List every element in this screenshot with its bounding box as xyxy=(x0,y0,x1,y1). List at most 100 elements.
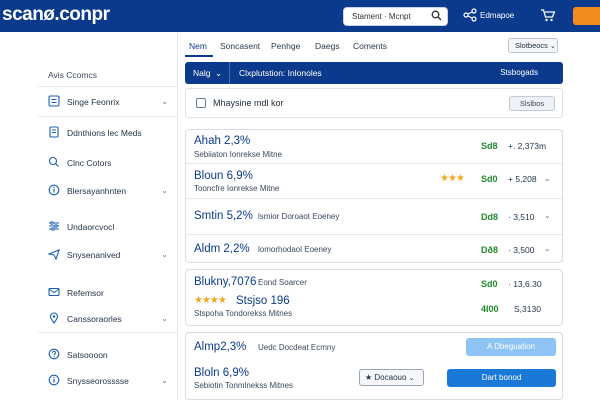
tab-2[interactable]: Soncasent xyxy=(220,41,260,51)
tab-5[interactable]: Coments xyxy=(353,41,387,51)
result-title: Aldm 2,2% xyxy=(194,243,250,255)
chevron-down-icon[interactable]: ⌄ xyxy=(161,186,168,195)
sidebar: Avis Ccomcs Singe Feonrix ⌄ Ddnthions le… xyxy=(38,32,178,400)
chevron-down-icon[interactable]: ⌄ xyxy=(161,97,168,106)
tab-3[interactable]: Penhge xyxy=(271,41,300,51)
results-group-2: Blukny,7076 Eond Soarcer Sd0 · 13,6.30 ★… xyxy=(185,269,563,326)
sidebar-item-8[interactable]: Canssoraorles ⌄ xyxy=(38,306,178,332)
sidebar-item-label: Singe Feonrix xyxy=(67,97,120,107)
result-value: · 3,500 xyxy=(508,245,535,255)
result-subtitle: Uedc Docdeat Ecmny xyxy=(258,343,336,352)
tab-1[interactable]: Nem xyxy=(189,41,207,51)
sidebar-divider xyxy=(38,332,178,333)
share-icon[interactable] xyxy=(463,8,477,24)
result-value: · 13,6.30 xyxy=(508,279,542,289)
option-select-label: ★ Docaouo xyxy=(365,373,407,382)
cart-icon[interactable] xyxy=(540,8,556,24)
result-price: Sd8 xyxy=(481,141,498,151)
result-subtitle: Sebiotin Tonmlnekss Mitnes xyxy=(194,381,294,390)
sidebar-item-label: Clnc Cotors xyxy=(67,158,112,168)
info-icon xyxy=(48,374,60,388)
result-price: Dd8 xyxy=(481,212,499,222)
result-title: Bloln 6,9% xyxy=(194,367,249,379)
result-price: Dð8 xyxy=(481,245,499,255)
sidebar-title: Avis Ccomcs xyxy=(48,70,97,80)
tab-4[interactable]: Daegs xyxy=(315,41,340,51)
result-subtitle: Stspoha Tondorekss Mitnes xyxy=(194,309,293,318)
book-icon xyxy=(48,126,60,140)
sidebar-item-label: Blersayanhnten xyxy=(67,186,127,196)
result-subtitle: Tooncfre Ionrekse Mitne xyxy=(194,184,280,193)
option-row: Mhaysine mdl kor Slslbos xyxy=(185,88,563,118)
sliders-icon xyxy=(48,220,60,234)
sidebar-item-label: Refemsor xyxy=(67,288,104,298)
chevron-down-icon[interactable]: ⌄ xyxy=(544,174,551,183)
results-group-1: Ahah 2,3% Sebiiaton Ionrekse Mitne Sd8 +… xyxy=(185,129,563,263)
option-select[interactable]: ★ Docaouo ⌄ xyxy=(359,369,424,386)
sidebar-item-label: Undaorcvocl xyxy=(67,222,115,232)
sidebar-item-label: Ddnthions lec Meds xyxy=(67,128,142,138)
sidebar-item-5[interactable]: Undaorcvocl xyxy=(38,214,178,240)
sidebar-item-4[interactable]: Blersayanhnten ⌄ xyxy=(38,178,178,204)
top-nav-link[interactable]: Edmapoe xyxy=(480,11,514,20)
result-row[interactable]: Ahah 2,3% Sebiiaton Ionrekse Mitne Sd8 +… xyxy=(186,130,562,162)
chevron-down-icon[interactable]: ⌄ xyxy=(544,211,551,220)
secondary-action-button[interactable]: A Dbeguation xyxy=(466,338,556,356)
result-title: Bloun 6,9% xyxy=(194,170,253,182)
chevron-down-icon[interactable]: ⌄ xyxy=(544,244,551,253)
result-row[interactable]: Aldm 2,2% lomorhodaol Eoeney Dð8 · 3,500… xyxy=(186,234,562,266)
option-label: Mhaysine mdl kor xyxy=(213,98,284,108)
result-title: Ahah 2,3% xyxy=(194,135,251,147)
chevron-down-icon[interactable]: ⌄ xyxy=(161,314,168,323)
result-subtitle: Sebiiaton Ionrekse Mitne xyxy=(194,150,283,159)
sidebar-divider xyxy=(38,116,178,117)
filter-bar-left[interactable]: Nalg xyxy=(193,68,210,78)
option-button[interactable]: Slslbos xyxy=(509,96,555,111)
result-value: S,3130 xyxy=(514,304,541,314)
sidebar-item-label: Snysenanived xyxy=(67,250,121,260)
app-logo[interactable]: scanø.conpr xyxy=(2,4,110,26)
sidebar-item-6[interactable]: Snysenanived ⌄ xyxy=(38,242,178,268)
top-search-input[interactable]: Stament · Mcnpt xyxy=(343,7,448,26)
top-action-button[interactable] xyxy=(573,7,600,25)
result-title: Smtin 5,2% xyxy=(194,210,253,222)
result-price: Sd0 xyxy=(481,174,498,184)
chevron-down-icon: ⌄ xyxy=(550,43,556,50)
result-price: 4l00 xyxy=(481,304,499,314)
result-subtitle: lomorhodaol Eoeney xyxy=(258,245,332,254)
filter-bar-divider xyxy=(229,62,230,84)
list-icon xyxy=(48,95,60,109)
chevron-down-icon[interactable]: ⌄ xyxy=(161,376,168,385)
result-value: +. 2,373m xyxy=(508,141,547,151)
top-bar: scanø.conpr Stament · Mcnpt Edmapoe xyxy=(0,0,600,32)
primary-action-button[interactable]: Dart bonod xyxy=(447,369,556,387)
filter-bar-right[interactable]: Stsbogads xyxy=(500,68,538,77)
result-value: + 5,208 xyxy=(508,174,537,184)
sidebar-item-10[interactable]: Snysseorosssse ⌄ xyxy=(38,368,178,394)
sidebar-item-label: Canssoraorles xyxy=(67,314,122,324)
result-subtitle: Eond Soarcer xyxy=(258,278,307,287)
sort-select-label: Slotbeocs xyxy=(515,41,548,50)
sort-select[interactable]: Slotbeocs ⌄ xyxy=(508,38,558,53)
top-search-label: Stament · Mcnpt xyxy=(352,12,411,21)
active-tab-indicator xyxy=(185,55,213,57)
sidebar-item-7[interactable]: Refemsor xyxy=(38,280,178,306)
chevron-down-icon[interactable]: ⌄ xyxy=(161,250,168,259)
search-icon[interactable] xyxy=(431,10,442,23)
chevron-down-icon[interactable]: ⌄ xyxy=(215,68,222,79)
result-title: Blukny,7076 xyxy=(194,276,257,288)
sidebar-item-1[interactable]: Singe Feonrix ⌄ xyxy=(38,89,178,115)
result-row[interactable]: Smtin 5,2% lsmior Doroaot Eoeney Dd8 · 3… xyxy=(186,202,562,234)
sidebar-item-label: Satsoooon xyxy=(67,350,108,360)
filter-bar: Nalg ⌄ Clxplutstion: Inlonoles Stsbogads xyxy=(185,62,563,84)
star-rating-icon: ★★★ xyxy=(440,173,465,184)
sidebar-item-9[interactable]: Satsoooon xyxy=(38,342,178,368)
result-row[interactable]: ★★★★ Stsjso 196 Stspoha Tondorekss Mitne… xyxy=(186,294,562,326)
option-checkbox[interactable] xyxy=(196,98,206,108)
sidebar-divider xyxy=(38,86,178,87)
filter-bar-middle: Clxplutstion: Inlonoles xyxy=(239,68,322,78)
help-icon xyxy=(48,348,60,362)
sidebar-item-2[interactable]: Ddnthions lec Meds xyxy=(38,120,178,146)
sidebar-item-3[interactable]: Clnc Cotors xyxy=(38,150,178,176)
result-row[interactable]: Bloun 6,9% Tooncfre Ionrekse Mitne ★★★ S… xyxy=(186,164,562,196)
